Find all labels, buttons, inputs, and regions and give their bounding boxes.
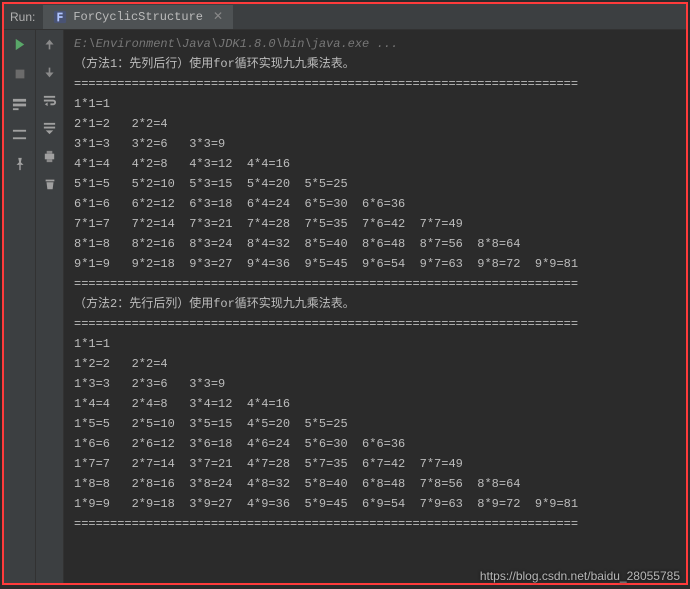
console-line: 1*3=3 2*3=6 3*3=9 [74, 374, 676, 394]
console-line: 1*4=4 2*4=8 3*4=12 4*4=16 [74, 394, 676, 414]
settings-divider-icon[interactable] [12, 126, 28, 142]
console-line: 6*1=6 6*2=12 6*3=18 6*4=24 6*5=30 6*6=36 [74, 194, 676, 214]
close-icon[interactable]: ✕ [213, 9, 223, 24]
run-tool-window: Run: ForCyclicStructure ✕ [2, 2, 688, 585]
tab-label: ForCyclicStructure [73, 10, 203, 24]
console-line: 1*2=2 2*2=4 [74, 354, 676, 374]
pin-icon[interactable] [12, 156, 28, 172]
run-label: Run: [4, 10, 43, 24]
print-icon[interactable] [42, 148, 58, 164]
console-line: 8*1=8 8*2=16 8*3=24 8*4=32 8*5=40 8*6=48… [74, 234, 676, 254]
body: E:\Environment\Java\JDK1.8.0\bin\java.ex… [4, 30, 686, 583]
console-line: ========================================… [74, 74, 676, 94]
tab-forcyclicstructure[interactable]: ForCyclicStructure ✕ [43, 5, 233, 29]
layout-icon[interactable] [12, 96, 28, 112]
console-line: ========================================… [74, 274, 676, 294]
console-line: 2*1=2 2*2=4 [74, 114, 676, 134]
console-line: 1*6=6 2*6=12 3*6=18 4*6=24 5*6=30 6*6=36 [74, 434, 676, 454]
down-arrow-icon[interactable] [42, 64, 58, 80]
console-line: （方法2：先行后列）使用for循环实现九九乘法表。 [74, 294, 676, 314]
up-arrow-icon[interactable] [42, 36, 58, 52]
stop-icon[interactable] [12, 66, 28, 82]
console-line: 1*5=5 2*5=10 3*5=15 4*5=20 5*5=25 [74, 414, 676, 434]
command-line: E:\Environment\Java\JDK1.8.0\bin\java.ex… [74, 34, 676, 54]
console-line: 1*7=7 2*7=14 3*7=21 4*7=28 5*7=35 6*7=42… [74, 454, 676, 474]
tab-bar: Run: ForCyclicStructure ✕ [4, 4, 686, 30]
console-line: （方法1：先列后行）使用for循环实现九九乘法表。 [74, 54, 676, 74]
console-line: 1*1=1 [74, 94, 676, 114]
console-output[interactable]: E:\Environment\Java\JDK1.8.0\bin\java.ex… [64, 30, 686, 583]
soft-wrap-icon[interactable] [42, 92, 58, 108]
trash-icon[interactable] [42, 176, 58, 192]
watermark-text: https://blog.csdn.net/baidu_28055785 [480, 569, 680, 583]
rerun-icon[interactable] [12, 36, 28, 52]
left-gutter-actions [4, 30, 36, 583]
console-line: 1*9=9 2*9=18 3*9=27 4*9=36 5*9=45 6*9=54… [74, 494, 676, 514]
console-line: 3*1=3 3*2=6 3*3=9 [74, 134, 676, 154]
console-line: 1*8=8 2*8=16 3*8=24 4*8=32 5*8=40 6*8=48… [74, 474, 676, 494]
console-line: 7*1=7 7*2=14 7*3=21 7*4=28 7*5=35 7*6=42… [74, 214, 676, 234]
console-line: 4*1=4 4*2=8 4*3=12 4*4=16 [74, 154, 676, 174]
console-gutter-actions [36, 30, 64, 583]
scroll-to-end-icon[interactable] [42, 120, 58, 136]
run-config-icon [53, 10, 67, 24]
console-line: 1*1=1 [74, 334, 676, 354]
console-line: 9*1=9 9*2=18 9*3=27 9*4=36 9*5=45 9*6=54… [74, 254, 676, 274]
console-line: 5*1=5 5*2=10 5*3=15 5*4=20 5*5=25 [74, 174, 676, 194]
console-line: ========================================… [74, 314, 676, 334]
console-line: ========================================… [74, 514, 676, 534]
